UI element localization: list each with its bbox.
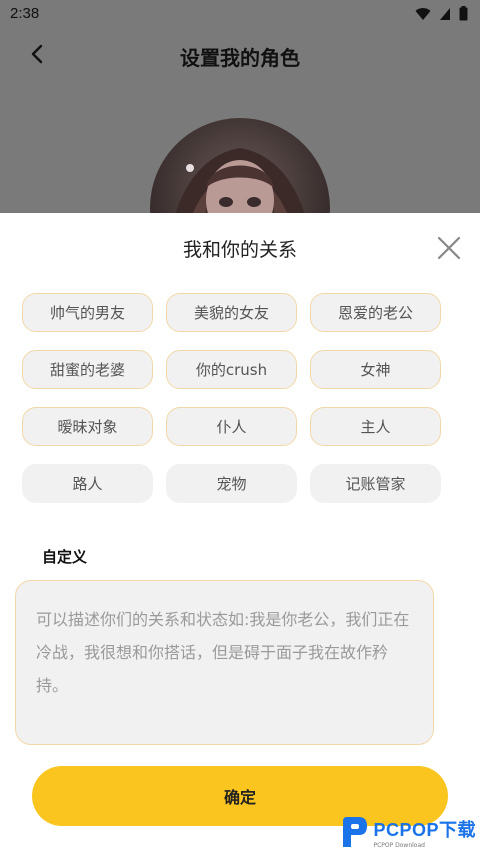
page-header: 设置我的角色 — [0, 28, 480, 84]
custom-input-box — [15, 580, 434, 745]
relationship-chip[interactable]: 宠物 — [166, 464, 297, 503]
relationship-chip[interactable]: 仆人 — [166, 407, 297, 446]
status-time: 2:38 — [10, 5, 40, 22]
custom-relationship-input[interactable] — [36, 603, 413, 722]
signal-icon — [440, 7, 450, 20]
relationship-chip[interactable]: 主人 — [310, 407, 441, 446]
status-icons — [415, 6, 468, 21]
relationship-chip[interactable]: 甜蜜的老婆 — [22, 350, 153, 389]
custom-label: 自定义 — [42, 548, 88, 566]
relationship-options: 帅气的男友 美貌的女友 恩爱的老公 甜蜜的老婆 你的crush 女神 暧昧对象 … — [22, 293, 442, 503]
status-bar: 2:38 — [0, 0, 480, 28]
relationship-chip[interactable]: 路人 — [22, 464, 153, 503]
relationship-chip[interactable]: 暧昧对象 — [22, 407, 153, 446]
relationship-chip[interactable]: 美貌的女友 — [166, 293, 297, 332]
relationship-chip[interactable]: 帅气的男友 — [22, 293, 153, 332]
relationship-chip[interactable]: 恩爱的老公 — [310, 293, 441, 332]
relationship-chip[interactable]: 你的crush — [166, 350, 297, 389]
relationship-chip[interactable]: 女神 — [310, 350, 441, 389]
page-title: 设置我的角色 — [180, 46, 300, 70]
relationship-chip[interactable]: 记账管家 — [310, 464, 441, 503]
battery-icon — [459, 6, 468, 21]
watermark-subtext: PCPOP Download — [373, 841, 425, 849]
watermark: PCPOP下载 PCPOP Download — [339, 815, 476, 849]
pcpop-logo-icon — [343, 817, 368, 847]
relationship-sheet: 我和你的关系 帅气的男友 美貌的女友 恩爱的老公 甜蜜的老婆 你的crush 女… — [0, 213, 480, 853]
watermark-text: PCPOP下载 — [373, 819, 476, 840]
wifi-icon — [415, 7, 431, 20]
close-icon[interactable] — [436, 235, 462, 261]
sheet-title: 我和你的关系 — [182, 239, 297, 261]
